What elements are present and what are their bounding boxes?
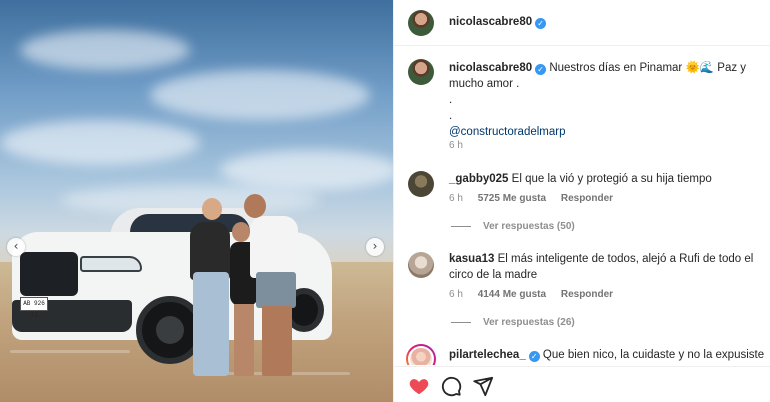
- post-photo[interactable]: AB 926 JJ ‹ ›: [0, 0, 393, 402]
- chevron-right-icon[interactable]: ›: [366, 238, 384, 256]
- cloud: [220, 150, 393, 190]
- view-replies-label: Ver respuestas (26): [483, 317, 575, 328]
- comment-username[interactable]: pilartelechea_: [449, 349, 526, 361]
- share-icon[interactable]: [472, 375, 494, 397]
- avatar[interactable]: [408, 252, 434, 278]
- heart-icon[interactable]: [408, 375, 430, 397]
- truck-headlight: [80, 256, 142, 272]
- woman-jeans: [193, 272, 229, 376]
- header-username-row: nicolascabre80 ✓: [449, 16, 547, 29]
- comment-icon[interactable]: [440, 375, 462, 397]
- verified-icon: ✓: [535, 64, 547, 75]
- cloud: [20, 30, 190, 70]
- cloud: [0, 120, 200, 165]
- comment-username[interactable]: kasua13: [449, 253, 494, 265]
- caption-username[interactable]: nicolascabre80: [449, 62, 532, 74]
- truck-grille: [20, 252, 78, 296]
- license-plate: AB 926 JJ: [20, 297, 48, 319]
- actions-bar: [394, 366, 770, 402]
- caption-dot: .: [449, 110, 453, 122]
- view-replies-button[interactable]: Ver respuestas (50): [451, 221, 575, 232]
- woman-head: [202, 198, 222, 220]
- comment-time: 6 h: [449, 289, 463, 300]
- chevron-left-icon[interactable]: ‹: [7, 238, 25, 256]
- comment-time: 6 h: [449, 193, 463, 204]
- man-head: [244, 194, 266, 218]
- replies-line: [451, 321, 471, 323]
- avatar[interactable]: [408, 346, 434, 365]
- man-tshirt: [250, 216, 298, 278]
- comment-meta: 6 h 4144 Me gusta Responder: [449, 289, 625, 300]
- post-panel: nicolascabre80 ✓ nicolascabre80 ✓ Nuestros…: [393, 0, 770, 402]
- view-replies-label: Ver respuestas (50): [483, 221, 575, 232]
- reply-button[interactable]: Responder: [561, 289, 613, 300]
- replies-line: [451, 225, 471, 227]
- sand-streak: [10, 350, 130, 353]
- caption: nicolascabre80 ✓ Nuestros días en Pinamar…: [449, 60, 769, 140]
- avatar[interactable]: [408, 10, 434, 36]
- man-shorts: [256, 272, 296, 308]
- avatar[interactable]: [408, 171, 434, 197]
- comment-likes[interactable]: 5725 Me gusta: [478, 193, 546, 204]
- caption-dot: .: [449, 94, 453, 106]
- man-legs: [262, 306, 292, 376]
- view-replies-button[interactable]: Ver respuestas (26): [451, 317, 575, 328]
- post-header: nicolascabre80 ✓: [394, 0, 770, 46]
- girl-legs: [234, 304, 254, 376]
- cloud: [150, 70, 370, 120]
- comment-likes[interactable]: 4144 Me gusta: [478, 289, 546, 300]
- comment: _gabby025 El que la vió y protegió a su …: [449, 171, 769, 187]
- wheel-hub: [156, 316, 184, 344]
- girl-head: [232, 222, 250, 242]
- comment-username[interactable]: _gabby025: [449, 173, 508, 185]
- avatar[interactable]: [408, 59, 434, 85]
- comment: pilartelechea_ ✓ Que bien nico, la cuidas…: [449, 347, 769, 365]
- verified-icon: ✓: [528, 351, 540, 362]
- caption-time: 6 h: [449, 140, 475, 151]
- header-username[interactable]: nicolascabre80: [449, 16, 532, 28]
- verified-icon: ✓: [535, 18, 547, 29]
- comment-text: El más inteligente de todos, alejó a Ruf…: [449, 253, 754, 281]
- caption-timestamp: 6 h: [449, 140, 463, 151]
- mention-link[interactable]: @constructoradelmarp: [449, 124, 769, 140]
- comment-text: El que la vió y protegió a su hija tiemp…: [511, 173, 712, 185]
- comments-scroll[interactable]: nicolascabre80 ✓ Nuestros días en Pinamar…: [394, 47, 770, 365]
- comment: kasua13 El más inteligente de todos, ale…: [449, 251, 769, 283]
- comment-meta: 6 h 5725 Me gusta Responder: [449, 193, 625, 204]
- reply-button[interactable]: Responder: [561, 193, 613, 204]
